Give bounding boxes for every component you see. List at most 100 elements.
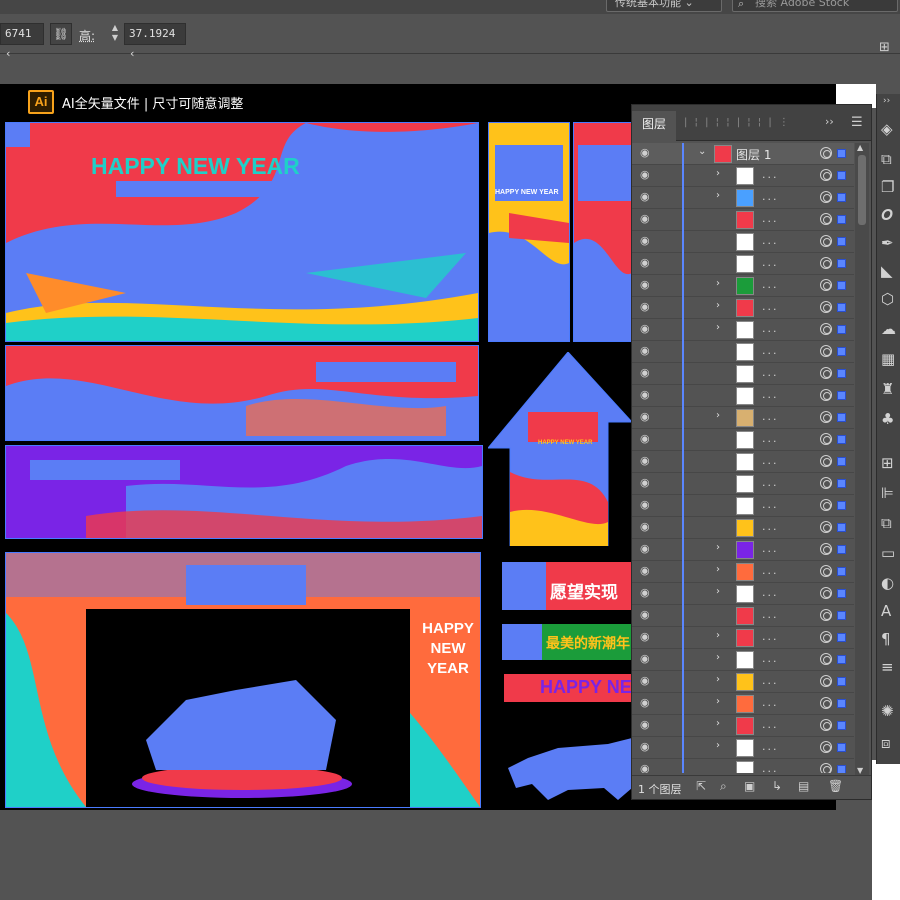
layer-row[interactable]: ◉...: [632, 363, 854, 385]
eye-icon[interactable]: ◉: [640, 718, 650, 731]
layers-icon[interactable]: ◈: [881, 120, 893, 138]
height-stepper[interactable]: ▲ ▼: [108, 23, 122, 45]
transform-icon[interactable]: ⊞: [881, 454, 894, 472]
scroll-thumb[interactable]: [858, 155, 866, 225]
red-banner-main[interactable]: HAPPY NEW YEAR: [5, 122, 479, 342]
selection-square[interactable]: [837, 721, 846, 730]
layer-row[interactable]: ◉ ›...: [632, 275, 854, 297]
eye-icon[interactable]: ◉: [640, 344, 650, 357]
target-icon[interactable]: [820, 609, 832, 621]
selection-square[interactable]: [837, 611, 846, 620]
eye-icon[interactable]: ◉: [640, 146, 650, 159]
layer-row[interactable]: ◉ ›...: [632, 165, 854, 187]
selection-square[interactable]: [837, 743, 846, 752]
layer-row[interactable]: ◉ ›...: [632, 737, 854, 759]
layer-row[interactable]: ◉ ›...: [632, 583, 854, 605]
layer-row[interactable]: ◉ ›...: [632, 407, 854, 429]
target-icon[interactable]: [820, 169, 832, 181]
eye-icon[interactable]: ◉: [640, 608, 650, 621]
purple-banner[interactable]: [5, 445, 483, 539]
eye-icon[interactable]: ◉: [640, 674, 650, 687]
selection-square[interactable]: [837, 479, 846, 488]
layer-row[interactable]: ◉...: [632, 759, 854, 773]
width-field[interactable]: 6741 ‹: [0, 23, 44, 60]
layer-row[interactable]: ◉...: [632, 231, 854, 253]
export-asset-icon[interactable]: ⧉: [881, 150, 892, 168]
layer-row[interactable]: ◉...: [632, 473, 854, 495]
target-icon[interactable]: [820, 147, 832, 159]
chevron-right-icon[interactable]: ›: [716, 278, 720, 289]
layer-row[interactable]: ◉ ›...: [632, 319, 854, 341]
selection-square[interactable]: [837, 259, 846, 268]
chevron-down-icon[interactable]: ⌄: [698, 146, 706, 157]
target-icon[interactable]: [820, 213, 832, 225]
eye-icon[interactable]: ◉: [640, 322, 650, 335]
layer-row[interactable]: ◉ ›...: [632, 715, 854, 737]
layer-row[interactable]: ◉...: [632, 517, 854, 539]
export-icon[interactable]: ⇱: [696, 779, 706, 793]
selection-square[interactable]: [837, 215, 846, 224]
layer-row[interactable]: ◉...: [632, 253, 854, 275]
eye-icon[interactable]: ◉: [640, 212, 650, 225]
tab-layers[interactable]: 图层: [632, 111, 676, 141]
vertical-banner-1[interactable]: HAPPY NEW YEAR: [488, 122, 570, 342]
chevron-right-icon[interactable]: ›: [716, 168, 720, 179]
target-icon[interactable]: [820, 367, 832, 379]
stock-search-input[interactable]: ⌕ 搜索 Adobe Stock: [732, 0, 898, 12]
selection-square[interactable]: [837, 501, 846, 510]
align-grid-icon[interactable]: ⊞: [879, 40, 890, 55]
selection-square[interactable]: [837, 633, 846, 642]
delete-layer-icon[interactable]: 🗑: [828, 779, 843, 793]
layer-row[interactable]: ◉...: [632, 495, 854, 517]
new-sublayer-icon[interactable]: ↳: [772, 779, 782, 793]
dock-expand-icon[interactable]: ››: [883, 96, 890, 106]
links-icon[interactable]: ⧈: [881, 734, 891, 752]
target-icon[interactable]: [820, 191, 832, 203]
selection-square[interactable]: [837, 413, 846, 422]
target-icon[interactable]: [820, 675, 832, 687]
pathfinder-icon[interactable]: ⧉: [881, 514, 892, 532]
layers-panel[interactable]: 图层 | ¦ | ¦ ¦ | ¦ ¦ | ⋮ ›› ☰ ◉ ⌄ 图层 1 ◉ ›.…: [631, 104, 872, 800]
target-icon[interactable]: [820, 499, 832, 511]
selection-square[interactable]: [837, 457, 846, 466]
workspace-switcher[interactable]: 传统基本功能 ⌄: [606, 0, 722, 12]
ox-illustration[interactable]: [508, 728, 632, 800]
selection-square[interactable]: [837, 655, 846, 664]
layers-scrollbar[interactable]: ▲ ▼: [855, 143, 869, 775]
target-icon[interactable]: [820, 433, 832, 445]
eye-icon[interactable]: ◉: [640, 234, 650, 247]
eye-icon[interactable]: ◉: [640, 366, 650, 379]
layer-list[interactable]: ◉ ⌄ 图层 1 ◉ ›... ◉ ›... ◉... ◉... ◉... ◉ ›... ◉ ›..…: [632, 143, 854, 773]
chevron-right-icon[interactable]: ›: [716, 718, 720, 729]
eye-icon[interactable]: ◉: [640, 300, 650, 313]
opentype-icon[interactable]: ≡: [881, 658, 894, 676]
target-icon[interactable]: [820, 411, 832, 423]
panel-menu-icon[interactable]: ☰: [851, 115, 863, 130]
eye-icon[interactable]: ◉: [640, 762, 650, 773]
layer-row[interactable]: ◉ ›...: [632, 187, 854, 209]
eye-icon[interactable]: ◉: [640, 410, 650, 423]
eye-icon[interactable]: ◉: [640, 520, 650, 533]
selection-square[interactable]: [837, 303, 846, 312]
pen-icon[interactable]: ✒: [881, 234, 894, 252]
eye-icon[interactable]: ◉: [640, 454, 650, 467]
target-icon[interactable]: [820, 521, 832, 533]
artboards-icon[interactable]: ❐: [881, 178, 894, 196]
target-icon[interactable]: [820, 235, 832, 247]
target-icon[interactable]: [820, 741, 832, 753]
selection-square[interactable]: [837, 281, 846, 290]
stage-centerpiece[interactable]: [126, 680, 358, 800]
target-icon[interactable]: [820, 257, 832, 269]
eye-icon[interactable]: ◉: [640, 740, 650, 753]
selection-square[interactable]: [837, 545, 846, 554]
strip-banner-2[interactable]: 最美的新潮年: [502, 624, 632, 660]
target-icon[interactable]: [820, 631, 832, 643]
layer-row[interactable]: ◉ ›...: [632, 297, 854, 319]
selection-square[interactable]: [837, 149, 846, 158]
layer-row[interactable]: ◉...: [632, 429, 854, 451]
target-icon[interactable]: [820, 279, 832, 291]
chevron-right-icon[interactable]: ›: [716, 740, 720, 751]
selection-square[interactable]: [837, 677, 846, 686]
chevron-right-icon[interactable]: ›: [716, 586, 720, 597]
puppet-icon[interactable]: ♜: [881, 380, 894, 398]
